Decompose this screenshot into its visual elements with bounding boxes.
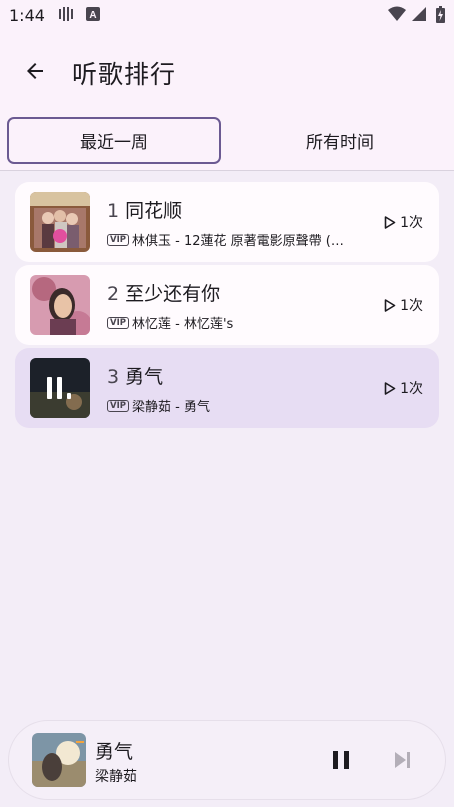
pause-icon [333, 751, 349, 769]
play-count: 1次 [384, 295, 423, 315]
status-time: 1:44 [9, 6, 45, 25]
rank-number: 3 [107, 366, 120, 388]
play-outline-icon [384, 215, 396, 229]
song-title: 3 勇气 [107, 362, 163, 389]
play-count-text: 1次 [400, 381, 423, 397]
song-title: 2 至少还有你 [107, 279, 220, 306]
cell-signal-icon [411, 6, 427, 26]
play-count: 1次 [384, 212, 423, 232]
song-name: 勇气 [125, 366, 164, 388]
next-button[interactable] [393, 750, 413, 770]
mini-player[interactable]: 勇气 梁静茹 [8, 720, 446, 800]
battery-icon [436, 6, 445, 27]
rank-number: 1 [107, 200, 120, 222]
rank-number: 2 [107, 283, 120, 305]
song-row[interactable]: 1 同花顺 VIP 林倛玉 - 12蓮花 原著電影原聲帶 (… 1次 [15, 182, 439, 262]
vip-badge: VIP [107, 233, 129, 246]
vip-badge: VIP [107, 316, 129, 329]
tab-bar: 最近一周 所有时间 [0, 117, 454, 165]
album-cover [30, 358, 90, 418]
play-count-text: 1次 [400, 298, 423, 314]
page-title: 听歌排行 [72, 60, 177, 89]
wifi-icon [388, 6, 406, 26]
signal-bars-icon [58, 6, 74, 26]
play-count-text: 1次 [400, 215, 423, 231]
song-row-playing[interactable]: 3 勇气 VIP 梁静茹 - 勇气 1次 [15, 348, 439, 428]
play-outline-icon [384, 298, 396, 312]
song-title: 1 同花顺 [107, 196, 182, 223]
artist-album: 梁静茹 - 勇气 [131, 400, 210, 415]
status-bar: 1:44 A [0, 0, 454, 32]
app-bar: 听歌排行 [0, 40, 454, 104]
song-subtitle: VIP 林忆莲 - 林忆莲's [107, 313, 369, 332]
song-row[interactable]: 2 至少还有你 VIP 林忆莲 - 林忆莲's 1次 [15, 265, 439, 345]
album-cover [30, 192, 90, 252]
vip-badge: VIP [107, 399, 129, 412]
tab-recent-week[interactable]: 最近一周 [7, 117, 221, 164]
skip-next-icon [395, 752, 410, 768]
artist-album: 林倛玉 - 12蓮花 原著電影原聲帶 (… [131, 234, 344, 249]
mini-player-artist: 梁静茹 [95, 769, 137, 785]
arrow-left-icon [27, 63, 43, 79]
song-name: 同花顺 [125, 200, 183, 222]
play-count: 1次 [384, 378, 423, 398]
playing-indicator-icon [47, 377, 71, 399]
tab-divider [0, 170, 454, 171]
mini-player-title: 勇气 [95, 741, 134, 763]
play-outline-icon [384, 381, 396, 395]
mini-player-cover [32, 733, 86, 787]
song-subtitle: VIP 梁静茹 - 勇气 [107, 396, 369, 415]
song-name: 至少还有你 [125, 283, 221, 305]
album-cover [30, 275, 90, 335]
back-button[interactable] [18, 54, 52, 88]
svg-text:A: A [89, 10, 96, 21]
tab-all-time[interactable]: 所有时间 [233, 117, 447, 164]
artist-album: 林忆莲 - 林忆莲's [131, 317, 234, 332]
pause-button[interactable] [329, 748, 353, 772]
song-subtitle: VIP 林倛玉 - 12蓮花 原著電影原聲帶 (… [107, 230, 369, 249]
notification-a-icon: A [86, 6, 100, 25]
